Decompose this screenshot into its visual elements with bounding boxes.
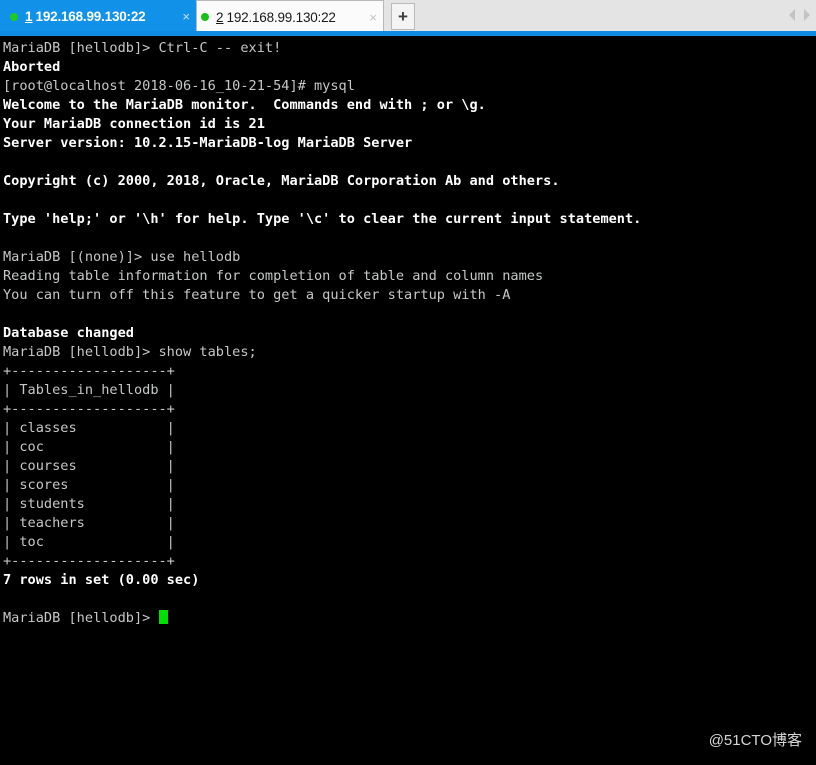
tab-number-1: 1 <box>25 9 33 24</box>
terminal-line: [root@localhost 2018-06-16_10-21-54]# my… <box>3 78 355 94</box>
terminal-line: | Tables_in_hellodb | <box>3 382 175 398</box>
terminal-line: You can turn off this feature to get a q… <box>3 287 511 303</box>
tab-scroll-controls <box>789 9 810 21</box>
terminal-line: +-------------------+ <box>3 363 175 379</box>
terminal-line: Database changed <box>3 325 134 341</box>
terminal-line: | classes | <box>3 420 175 436</box>
tab-bar: 1 192.168.99.130:22 × 2 192.168.99.130:2… <box>0 0 816 36</box>
tab-session-2-inner: 2 192.168.99.130:22 × <box>201 10 377 25</box>
terminal-line: Welcome to the MariaDB monitor. Commands… <box>3 97 486 113</box>
terminal-line: Server version: 10.2.15-MariaDB-log Mari… <box>3 135 413 151</box>
terminal-prompt-text: MariaDB [hellodb]> <box>3 610 159 626</box>
terminal-line: MariaDB [hellodb]> Ctrl-C -- exit! <box>3 40 282 56</box>
tab-address-2: 192.168.99.130:22 <box>226 9 336 25</box>
terminal-line: +-------------------+ <box>3 553 175 569</box>
terminal-pane[interactable]: MariaDB [hellodb]> Ctrl-C -- exit! Aborte… <box>0 36 816 765</box>
tab-session-1[interactable]: 1 192.168.99.130:22 × <box>0 0 196 33</box>
terminal-output: MariaDB [hellodb]> Ctrl-C -- exit! Aborte… <box>3 39 641 628</box>
new-tab-button[interactable]: + <box>391 3 415 30</box>
terminal-line: MariaDB [(none)]> use hellodb <box>3 249 241 265</box>
terminal-line: | coc | <box>3 439 175 455</box>
terminal-line: | scores | <box>3 477 175 493</box>
watermark: @51CTO博客 <box>708 732 802 749</box>
tab-address-1: 192.168.99.130:22 <box>35 9 146 24</box>
terminal-line: Copyright (c) 2000, 2018, Oracle, MariaD… <box>3 173 560 189</box>
terminal-line: Your MariaDB connection id is 21 <box>3 116 265 132</box>
terminal-line: +-------------------+ <box>3 401 175 417</box>
terminal-line: Reading table information for completion… <box>3 268 544 284</box>
terminal-line: | teachers | <box>3 515 175 531</box>
close-icon-2[interactable]: × <box>359 11 377 24</box>
tab-list: 1 192.168.99.130:22 × 2 192.168.99.130:2… <box>0 0 415 33</box>
close-icon-1[interactable]: × <box>172 10 190 23</box>
chevron-left-icon[interactable] <box>789 9 795 21</box>
chevron-right-icon[interactable] <box>804 9 810 21</box>
terminal-line: | courses | <box>3 458 175 474</box>
tab-session-2[interactable]: 2 192.168.99.130:22 × <box>196 0 384 33</box>
connection-status-dot-1 <box>10 12 18 21</box>
tab-number-2: 2 <box>216 9 224 25</box>
terminal-line: | toc | <box>3 534 175 550</box>
connection-status-dot-2 <box>201 13 209 21</box>
terminal-prompt-line: MariaDB [hellodb]> <box>3 609 641 628</box>
terminal-line: Type 'help;' or '\h' for help. Type '\c'… <box>3 211 642 227</box>
terminal-line: 7 rows in set (0.00 sec) <box>3 572 200 588</box>
terminal-line: MariaDB [hellodb]> show tables; <box>3 344 257 360</box>
terminal-line: Aborted <box>3 59 61 75</box>
terminal-line: | students | <box>3 496 175 512</box>
terminal-cursor <box>158 610 168 624</box>
